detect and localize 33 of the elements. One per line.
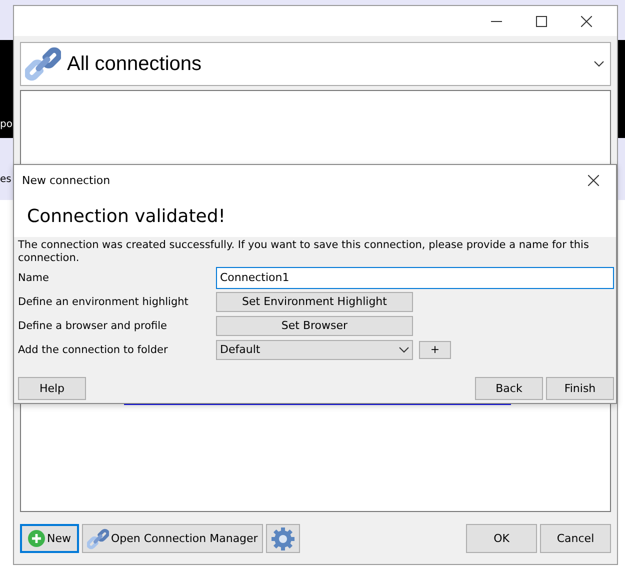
field-label: Define an environment highlight: [18, 296, 190, 308]
background-text: po: [0, 118, 12, 130]
open-manager-button[interactable]: Open Connection Manager: [82, 524, 263, 553]
dialog-heading: Connection validated!: [27, 206, 226, 226]
connection-dropdown[interactable]: All connections: [20, 42, 611, 86]
field-label: Add the connection to folder: [18, 344, 169, 356]
name-field[interactable]: Connection1: [216, 266, 614, 288]
add-icon: [28, 530, 45, 547]
set-button[interactable]: Set Environment Highlight: [216, 292, 413, 312]
chain-link-icon: [25, 46, 61, 82]
message-text: The connection was created successfully. If you want to save this connection, please provide a name for this connection.: [17, 238, 590, 265]
chain-link-icon: [87, 528, 109, 550]
help-button[interactable]: Help: [18, 377, 86, 400]
chevron-icon: [594, 61, 604, 67]
folder-dropdown[interactable]: Default: [216, 340, 413, 360]
settings-button[interactable]: [266, 524, 300, 553]
set-button[interactable]: Set Browser: [216, 316, 413, 336]
ok-button[interactable]: OK: [466, 524, 537, 553]
field-label: Define a browser and profile: [18, 320, 168, 332]
minimize-icon: [491, 20, 502, 22]
background-text: es: [0, 174, 12, 184]
close-icon: [581, 16, 592, 26]
back-button[interactable]: Back: [475, 377, 543, 400]
maximize-icon: [536, 16, 547, 26]
dialog-title: New connection: [22, 174, 110, 186]
finish-button[interactable]: Finish: [546, 377, 614, 400]
chevron-icon: [399, 346, 409, 352]
add-folder-button[interactable]: +: [419, 340, 451, 358]
cancel-button[interactable]: Cancel: [540, 524, 611, 553]
field-label: Name: [18, 272, 50, 284]
close-icon: [588, 174, 599, 186]
new-button[interactable]: New: [20, 524, 79, 553]
settings-icon: [270, 526, 295, 550]
